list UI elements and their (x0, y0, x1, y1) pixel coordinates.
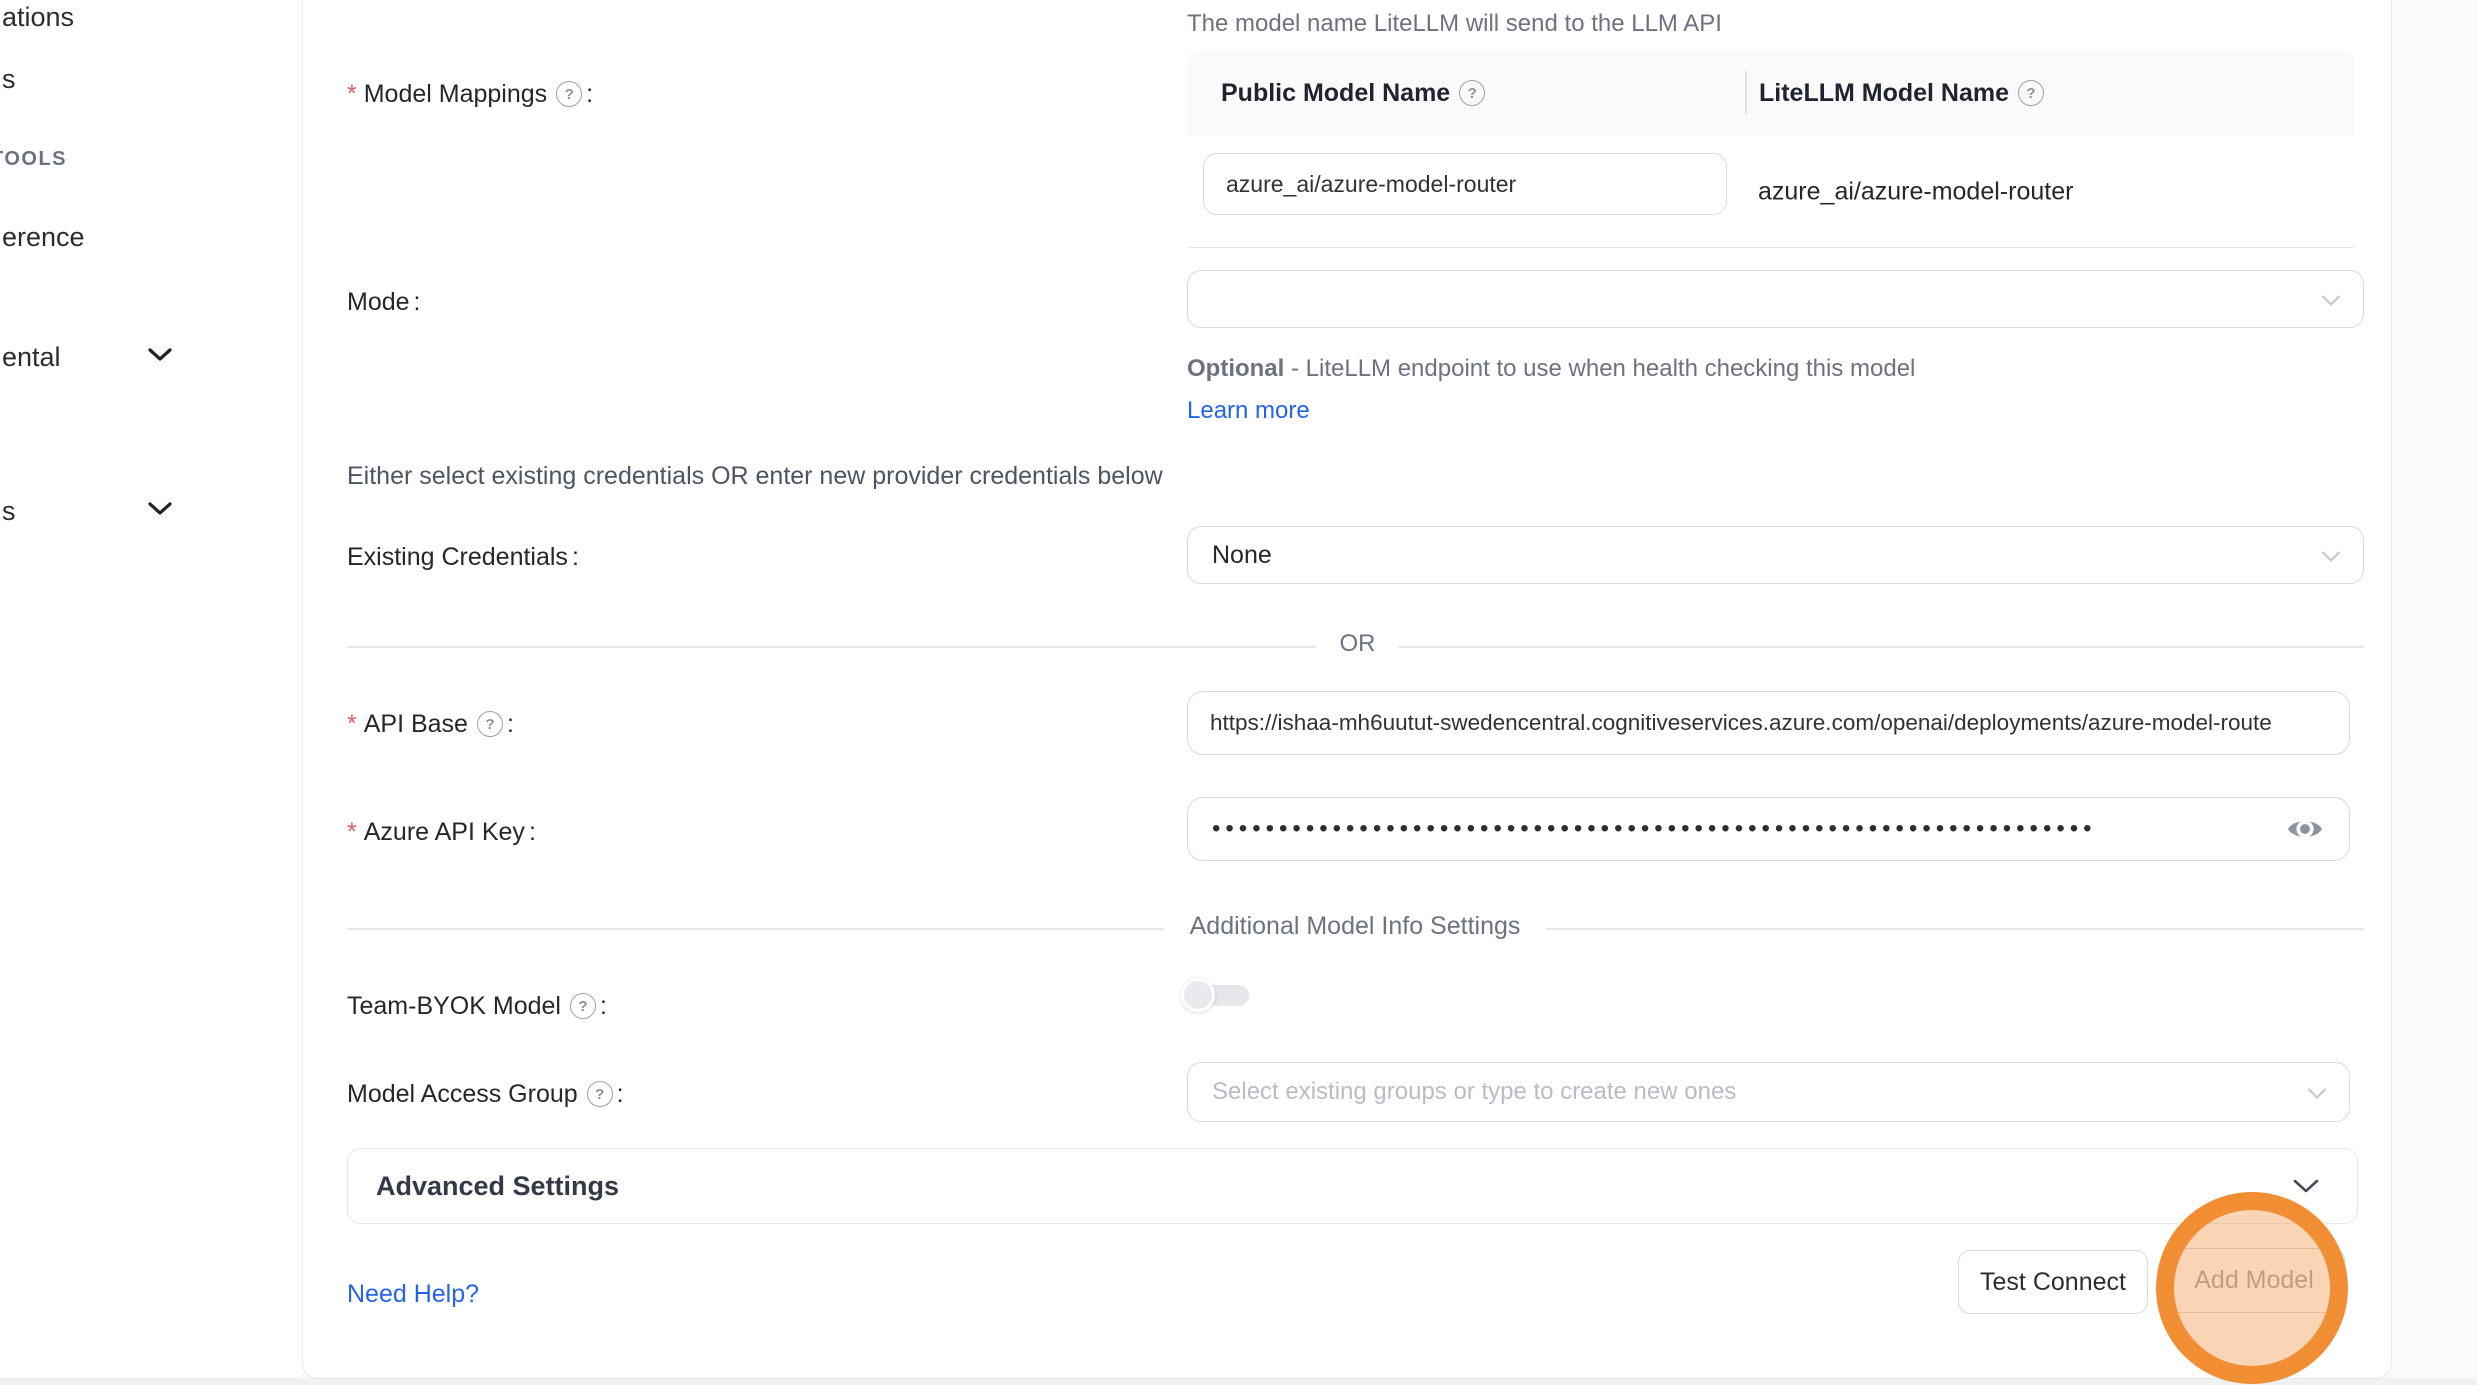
sidebar-item-clipped-5[interactable]: s (2, 496, 16, 527)
existing-credentials-value: None (1212, 541, 1272, 570)
advanced-settings-panel[interactable]: Advanced Settings (347, 1148, 2358, 1224)
chevron-down-icon (2293, 1179, 2319, 1194)
add-model-page: ations s TOOLS erence ental s The model … (0, 0, 2477, 1385)
chevron-down-icon[interactable] (148, 348, 172, 367)
chevron-down-icon (2321, 541, 2341, 570)
help-icon[interactable]: ? (1459, 80, 1485, 106)
divider-line (1546, 928, 2364, 930)
api-base-label: * API Base ? : (347, 704, 514, 744)
label-colon: : (572, 543, 579, 572)
azure-api-key-masked-value: ••••••••••••••••••••••••••••••••••••••••… (1212, 815, 2097, 843)
existing-credentials-label-text: Existing Credentials (347, 543, 568, 572)
credentials-note: Either select existing credentials OR en… (347, 462, 1163, 491)
label-colon: : (414, 288, 421, 317)
or-divider-text: OR (1316, 630, 1399, 658)
label-colon: : (586, 80, 593, 109)
sidebar-section-tools: TOOLS (0, 148, 67, 171)
litellm-model-name-value: azure_ai/azure-model-router (1758, 177, 2073, 206)
azure-api-key-label-text: Azure API Key (364, 818, 525, 847)
required-asterisk: * (347, 80, 357, 109)
help-icon[interactable]: ? (2018, 80, 2044, 106)
mode-label: Mode : (347, 282, 421, 322)
additional-settings-divider-text: Additional Model Info Settings (1164, 912, 1546, 941)
team-byok-label-text: Team-BYOK Model (347, 992, 561, 1021)
mode-select[interactable] (1187, 270, 2364, 328)
page-bottom-gutter (0, 1378, 2477, 1385)
sidebar-item-clipped-3[interactable]: erence (2, 222, 85, 253)
model-access-group-placeholder: Select existing groups or type to create… (1212, 1078, 1736, 1106)
table-column-divider (1745, 71, 1747, 115)
label-colon: : (600, 992, 607, 1021)
sidebar-item-clipped-2[interactable]: s (2, 64, 16, 95)
chevron-down-icon (2321, 285, 2341, 314)
toggle-knob (1181, 978, 1215, 1012)
azure-api-key-input[interactable]: ••••••••••••••••••••••••••••••••••••••••… (1187, 797, 2350, 861)
need-help-link[interactable]: Need Help? (347, 1280, 479, 1309)
chevron-down-icon (2307, 1078, 2327, 1107)
required-asterisk: * (347, 710, 357, 739)
azure-api-key-label: * Azure API Key : (347, 812, 536, 852)
model-mapping-row: azure_ai/azure-model-router (1187, 136, 2355, 248)
sidebar-item-clipped-4[interactable]: ental (2, 342, 61, 373)
label-colon: : (507, 710, 514, 739)
model-access-group-select[interactable]: Select existing groups or type to create… (1187, 1062, 2350, 1122)
help-icon[interactable]: ? (587, 1081, 613, 1107)
divider-line (347, 646, 1316, 648)
existing-credentials-select[interactable]: None (1187, 526, 2364, 584)
add-model-button[interactable]: Add Model (2163, 1248, 2345, 1313)
mode-hint-bold: Optional (1187, 355, 1284, 382)
help-icon[interactable]: ? (570, 993, 596, 1019)
public-model-name-input[interactable] (1203, 153, 1727, 215)
learn-more-link[interactable]: Learn more (1187, 397, 1310, 424)
model-name-hint: The model name LiteLLM will send to the … (1187, 10, 1722, 38)
model-mappings-table: Public Model Name ? LiteLLM Model Name ?… (1187, 50, 2355, 248)
model-mappings-label-text: Model Mappings (364, 80, 547, 109)
chevron-down-icon[interactable] (148, 502, 172, 521)
api-base-label-text: API Base (364, 710, 468, 739)
help-icon[interactable]: ? (477, 711, 503, 737)
mode-hint-text: - LiteLLM endpoint to use when health ch… (1284, 355, 1915, 382)
model-access-group-label-text: Model Access Group (347, 1080, 578, 1109)
required-asterisk: * (347, 818, 357, 847)
mode-hint: Optional - LiteLLM endpoint to use when … (1187, 348, 2022, 432)
mode-label-text: Mode (347, 288, 410, 317)
team-byok-toggle[interactable] (1181, 978, 1251, 1012)
advanced-settings-title: Advanced Settings (376, 1171, 2293, 1202)
model-mappings-label: * Model Mappings ? : (347, 74, 593, 114)
label-colon: : (617, 1080, 624, 1109)
divider-line (1399, 646, 2364, 648)
test-connect-button[interactable]: Test Connect (1958, 1250, 2148, 1314)
label-colon: : (529, 818, 536, 847)
help-icon[interactable]: ? (556, 81, 582, 107)
existing-credentials-label: Existing Credentials : (347, 537, 579, 577)
sidebar: ations s TOOLS erence ental s (0, 0, 302, 1378)
model-access-group-label: Model Access Group ? : (347, 1074, 624, 1114)
public-model-name-header-text: Public Model Name (1221, 79, 1450, 108)
model-mappings-table-header: Public Model Name ? LiteLLM Model Name ? (1187, 50, 2355, 136)
litellm-model-name-header-text: LiteLLM Model Name (1759, 79, 2009, 108)
divider-line (347, 928, 1164, 930)
api-base-input[interactable] (1187, 691, 2350, 755)
sidebar-item-clipped-1[interactable]: ations (2, 2, 74, 33)
litellm-model-name-header: LiteLLM Model Name ? (1745, 79, 2044, 108)
public-model-name-header: Public Model Name ? (1187, 79, 1745, 108)
team-byok-label: Team-BYOK Model ? : (347, 986, 607, 1026)
eye-icon[interactable] (2285, 814, 2325, 844)
